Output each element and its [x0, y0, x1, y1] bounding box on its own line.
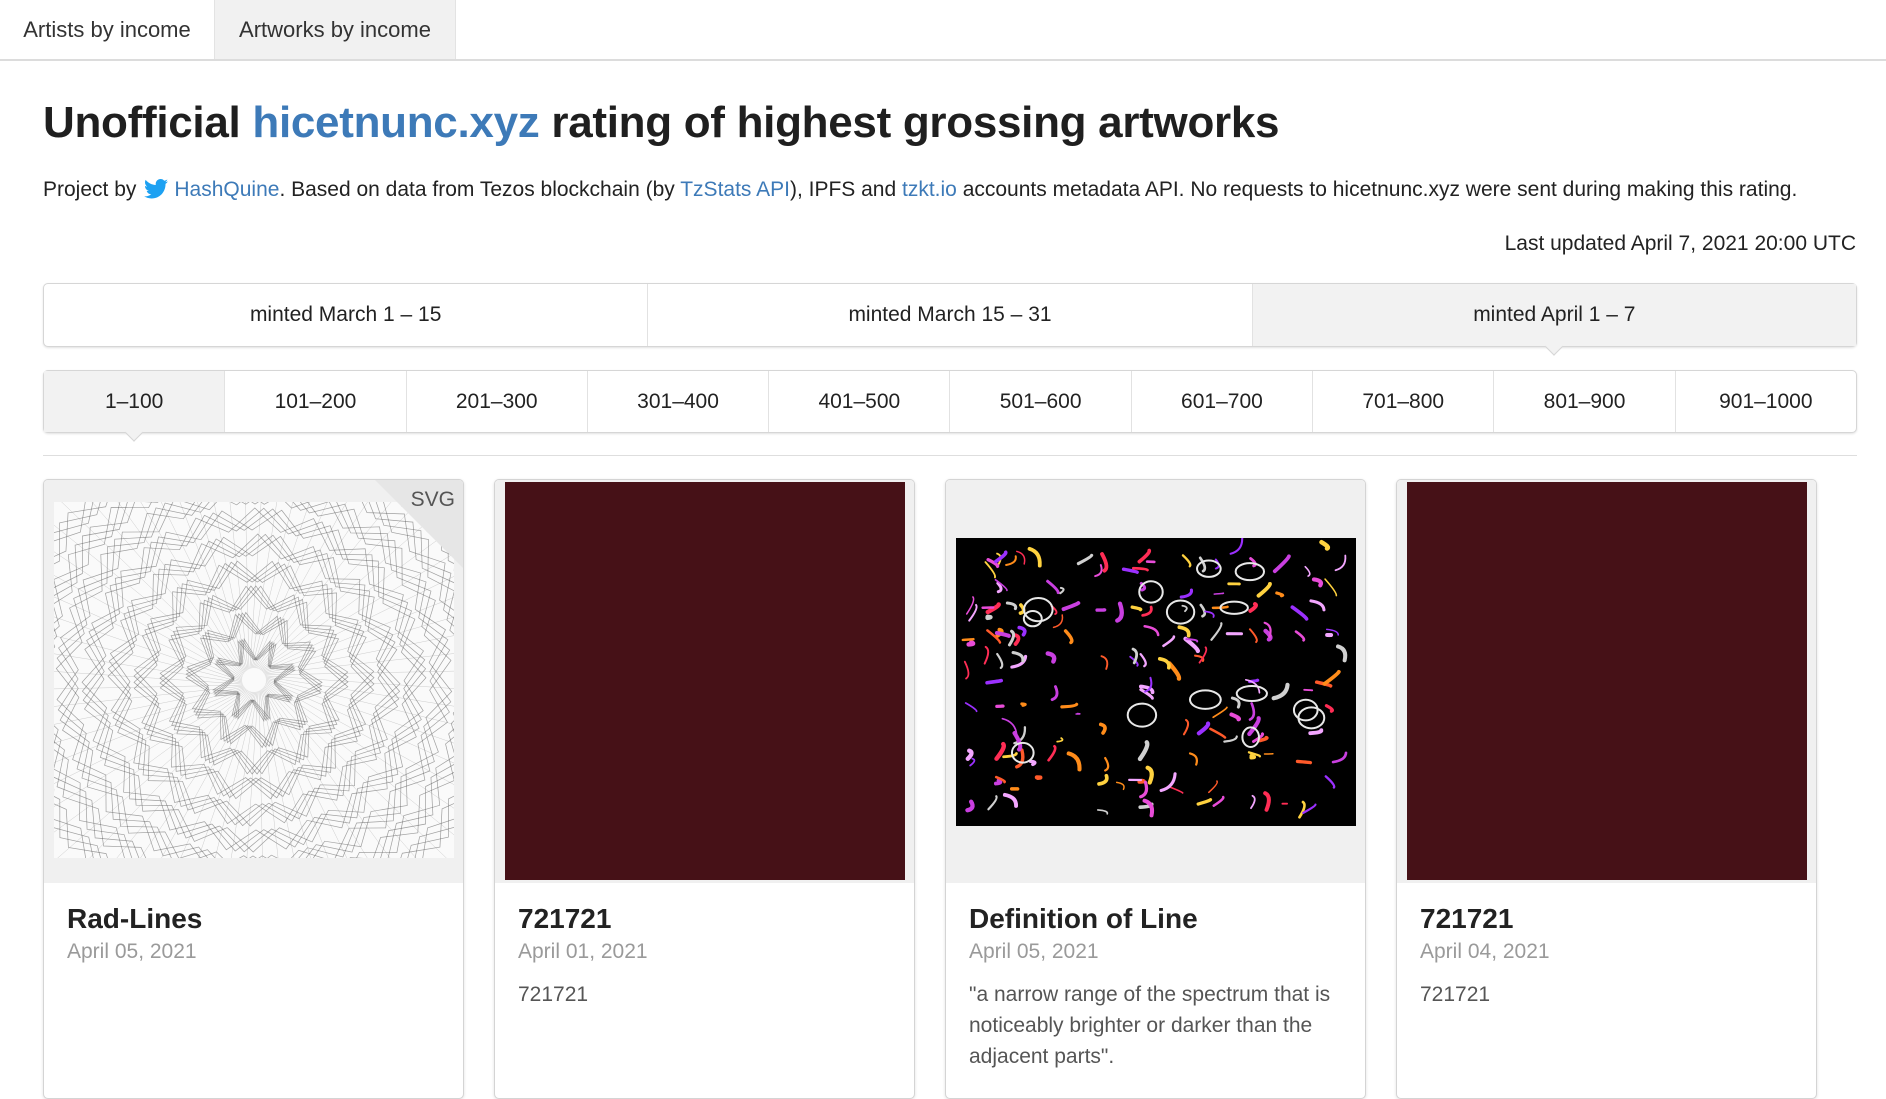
tab-artists-by-income[interactable]: Artists by income: [0, 0, 215, 59]
last-updated: Last updated April 7, 2021 20:00 UTC: [1504, 232, 1856, 255]
date-filter-april-1-7[interactable]: minted April 1 – 7: [1252, 284, 1856, 346]
range-1-100[interactable]: 1–100: [44, 371, 226, 432]
date-filter-march-15-31[interactable]: minted March 15 – 31: [648, 284, 1253, 346]
artwork-date: April 04, 2021: [1420, 939, 1550, 963]
artwork-title[interactable]: 721721: [518, 902, 894, 936]
date-filter-march-1-15[interactable]: minted March 1 – 15: [44, 284, 649, 346]
maroon-square-artwork: [1407, 482, 1807, 880]
svg-badge: SVG: [375, 480, 463, 568]
artwork-card[interactable]: SVG Rad-Lines April 05, 2021: [43, 479, 464, 1099]
tzkt-link[interactable]: tzkt.io: [902, 178, 957, 201]
project-by-label: Project by: [43, 178, 137, 201]
artwork-date: April 05, 2021: [67, 939, 197, 963]
artwork-card[interactable]: 721721 April 04, 2021 721721: [1396, 479, 1817, 1099]
page-title: Unofficial hicetnunc.xyz rating of highe…: [43, 98, 1280, 148]
hashquine-link[interactable]: HashQuine: [174, 178, 279, 201]
tab-artworks-by-income[interactable]: Artworks by income: [215, 0, 456, 59]
artwork-image[interactable]: SVG: [44, 480, 463, 883]
artwork-card[interactable]: Definition of Line April 05, 2021 "a nar…: [945, 479, 1366, 1099]
artwork-title[interactable]: 721721: [1420, 902, 1796, 936]
subtitle-text-2: . Based on data from Tezos blockchain (b…: [279, 178, 681, 201]
artwork-date: April 01, 2021: [518, 939, 648, 963]
artwork-description: "a narrow range of the spectrum that is …: [969, 982, 1331, 1068]
artwork-date: April 05, 2021: [969, 939, 1099, 963]
range-301-400[interactable]: 301–400: [588, 371, 770, 432]
artwork-card[interactable]: 721721 April 01, 2021 721721: [494, 479, 915, 1099]
project-description: Project by HashQuine. Based on data from …: [43, 178, 1797, 205]
subtitle-text-4: accounts metadata API. No requests to hi…: [956, 178, 1798, 201]
maroon-square-artwork: [505, 482, 905, 880]
colorful-line-strokes-artwork: [956, 538, 1356, 826]
date-filter-menu: minted March 1 – 15 minted March 15 – 31…: [43, 283, 1857, 347]
artwork-description: 721721: [518, 982, 589, 1006]
twitter-icon: [144, 179, 169, 205]
divider: [43, 455, 1857, 456]
artwork-image[interactable]: [495, 480, 914, 883]
title-suffix: rating of highest grossing artworks: [539, 98, 1280, 147]
top-nav: Artists by income Artworks by income: [0, 0, 1886, 61]
range-901-1000[interactable]: 901–1000: [1676, 371, 1856, 432]
tzstats-link[interactable]: TzStats API: [680, 178, 790, 201]
rank-range-menu: 1–100 101–200 201–300 301–400 401–500 50…: [43, 370, 1857, 433]
artwork-image[interactable]: [1397, 480, 1816, 883]
range-201-300[interactable]: 201–300: [407, 371, 588, 432]
artwork-title[interactable]: Definition of Line: [969, 902, 1345, 936]
artwork-image[interactable]: [946, 480, 1365, 883]
range-601-700[interactable]: 601–700: [1132, 371, 1314, 432]
artwork-description: 721721: [1420, 982, 1491, 1006]
range-801-900[interactable]: 801–900: [1494, 371, 1676, 432]
range-401-500[interactable]: 401–500: [769, 371, 951, 432]
svg-badge-label: SVG: [410, 488, 455, 511]
title-prefix: Unofficial: [43, 98, 253, 147]
range-501-600[interactable]: 501–600: [950, 371, 1132, 432]
subtitle-text-3: ), IPFS and: [789, 178, 902, 201]
hicetnunc-link[interactable]: hicetnunc.xyz: [252, 98, 539, 147]
range-101-200[interactable]: 101–200: [225, 371, 407, 432]
artwork-title[interactable]: Rad-Lines: [67, 902, 443, 936]
range-701-800[interactable]: 701–800: [1313, 371, 1495, 432]
